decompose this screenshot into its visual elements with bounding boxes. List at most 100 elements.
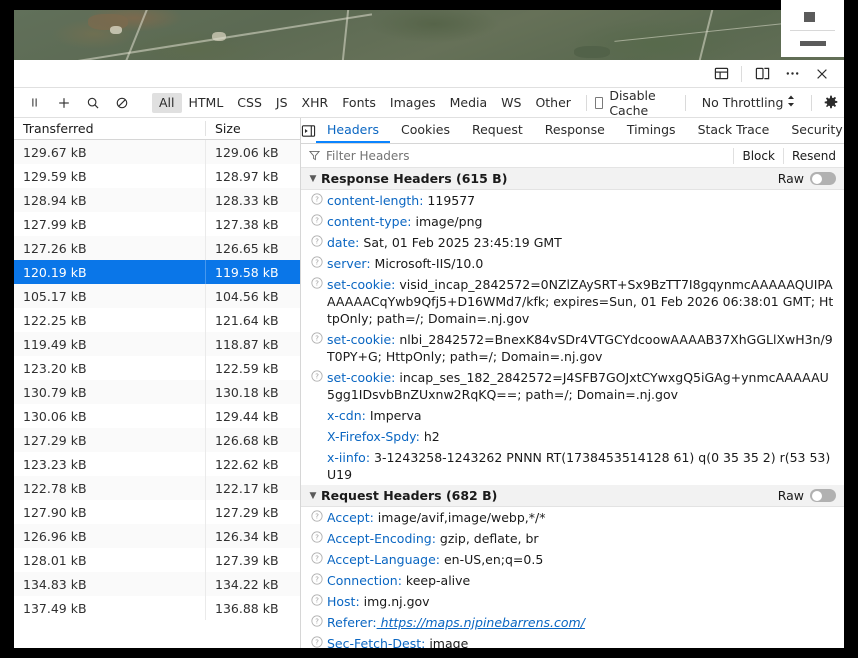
- request-row[interactable]: 127.29 kB 126.68 kB: [14, 428, 300, 452]
- filter-type-media[interactable]: Media: [443, 93, 495, 113]
- header-name[interactable]: Accept-Encoding:: [327, 531, 436, 546]
- header-name[interactable]: date:: [327, 235, 359, 250]
- raw-toggle[interactable]: Raw: [778, 488, 844, 503]
- header-name[interactable]: content-length:: [327, 193, 423, 208]
- request-row[interactable]: 130.06 kB 129.44 kB: [14, 404, 300, 428]
- filter-type-js[interactable]: JS: [269, 93, 295, 113]
- filter-type-css[interactable]: CSS: [230, 93, 269, 113]
- header-row[interactable]: ? server: Microsoft-IIS/10.0: [301, 253, 844, 274]
- help-icon[interactable]: ?: [307, 234, 327, 247]
- request-row[interactable]: 127.90 kB 127.29 kB: [14, 500, 300, 524]
- pause-icon[interactable]: [20, 91, 49, 115]
- request-rows-container[interactable]: 129.67 kB 129.06 kB 129.59 kB 128.97 kB 128.…: [14, 140, 300, 648]
- satellite-map-strip[interactable]: [14, 10, 844, 60]
- header-name[interactable]: server:: [327, 256, 371, 271]
- header-name[interactable]: Accept-Language:: [327, 552, 440, 567]
- request-row[interactable]: 130.79 kB 130.18 kB: [14, 380, 300, 404]
- header-row[interactable]: ? Accept-Encoding: gzip, deflate, br: [301, 528, 844, 549]
- sidebar-toggle-icon[interactable]: [301, 118, 316, 143]
- resend-button[interactable]: Resend: [782, 147, 844, 164]
- filter-type-images[interactable]: Images: [383, 93, 443, 113]
- request-row[interactable]: 122.78 kB 122.17 kB: [14, 476, 300, 500]
- window-controls-popup[interactable]: [781, 0, 844, 57]
- raw-switch[interactable]: [810, 489, 836, 502]
- filter-type-html[interactable]: HTML: [182, 93, 231, 113]
- header-row[interactable]: ? date: Sat, 01 Feb 2025 23:45:19 GMT: [301, 232, 844, 253]
- header-name[interactable]: Accept:: [327, 510, 374, 525]
- request-row[interactable]: 127.99 kB 127.38 kB: [14, 212, 300, 236]
- raw-toggle[interactable]: Raw: [778, 171, 844, 186]
- header-name[interactable]: set-cookie:: [327, 277, 395, 292]
- tab-stack-trace[interactable]: Stack Trace: [687, 118, 781, 143]
- minimize-window-icon[interactable]: [800, 41, 826, 46]
- raw-switch[interactable]: [810, 172, 836, 185]
- chevron-down-icon[interactable]: ▼: [307, 491, 319, 501]
- request-row[interactable]: 129.59 kB 128.97 kB: [14, 164, 300, 188]
- request-row[interactable]: 134.83 kB 134.22 kB: [14, 572, 300, 596]
- header-row[interactable]: ? Accept-Language: en-US,en;q=0.5: [301, 549, 844, 570]
- header-row[interactable]: ? content-type: image/png: [301, 211, 844, 232]
- header-name[interactable]: X-Firefox-Spdy:: [327, 429, 420, 444]
- help-icon[interactable]: ?: [307, 635, 327, 648]
- close-icon[interactable]: [808, 62, 836, 86]
- tab-response[interactable]: Response: [534, 118, 616, 143]
- tab-security[interactable]: Security: [780, 118, 853, 143]
- disable-cache-checkbox[interactable]: Disable Cache: [594, 88, 677, 118]
- header-row[interactable]: ? Accept: image/avif,image/webp,*/*: [301, 507, 844, 528]
- clear-icon[interactable]: [107, 91, 136, 115]
- header-name[interactable]: content-type:: [327, 214, 412, 229]
- request-row[interactable]: 127.26 kB 126.65 kB: [14, 236, 300, 260]
- header-row[interactable]: ? set-cookie: incap_ses_182_2842572=J4SFB…: [301, 367, 844, 405]
- header-row[interactable]: x-iinfo: 3-1243258-1243262 PNNN RT(17384…: [301, 447, 844, 485]
- throttling-dropdown[interactable]: No Throttling: [694, 95, 804, 110]
- dock-toggle-icon[interactable]: [707, 62, 735, 86]
- gear-icon[interactable]: [820, 95, 841, 111]
- request-row[interactable]: 120.19 kB 119.58 kB: [14, 260, 300, 284]
- request-row[interactable]: 123.20 kB 122.59 kB: [14, 356, 300, 380]
- tab-request[interactable]: Request: [461, 118, 534, 143]
- search-icon[interactable]: [78, 91, 107, 115]
- column-header-transferred[interactable]: Transferred: [14, 121, 206, 136]
- plus-icon[interactable]: [49, 91, 78, 115]
- help-icon[interactable]: ?: [307, 614, 327, 627]
- filter-type-fonts[interactable]: Fonts: [335, 93, 383, 113]
- help-icon[interactable]: ?: [307, 255, 327, 268]
- help-icon[interactable]: ?: [307, 530, 327, 543]
- header-row[interactable]: ? Connection: keep-alive: [301, 570, 844, 591]
- filter-type-xhr[interactable]: XHR: [295, 93, 336, 113]
- header-row[interactable]: ? content-length: 119577: [301, 190, 844, 211]
- request-row[interactable]: 119.49 kB 118.87 kB: [14, 332, 300, 356]
- more-options-icon[interactable]: [778, 62, 806, 86]
- header-name[interactable]: Sec-Fetch-Dest:: [327, 636, 425, 648]
- header-row[interactable]: ? set-cookie: nlbi_2842572=BnexK84vSDr4VT…: [301, 329, 844, 367]
- filter-type-all[interactable]: All: [152, 92, 182, 113]
- chevron-down-icon[interactable]: ▼: [307, 174, 319, 184]
- header-row[interactable]: ? Referer: https://maps.njpinebarrens.com…: [301, 612, 844, 633]
- checkbox-box[interactable]: [594, 96, 604, 109]
- filter-type-ws[interactable]: WS: [494, 93, 528, 113]
- header-row[interactable]: ? set-cookie: visid_incap_2842572=0NZlZAy…: [301, 274, 844, 329]
- header-row[interactable]: ? Host: img.nj.gov: [301, 591, 844, 612]
- help-icon[interactable]: ?: [307, 331, 327, 344]
- separate-window-icon[interactable]: [748, 62, 776, 86]
- help-icon[interactable]: ?: [307, 213, 327, 226]
- request-row[interactable]: 126.96 kB 126.34 kB: [14, 524, 300, 548]
- header-row[interactable]: ? Sec-Fetch-Dest: image: [301, 633, 844, 648]
- tab-timings[interactable]: Timings: [616, 118, 687, 143]
- header-name[interactable]: set-cookie:: [327, 370, 395, 385]
- request-row[interactable]: 105.17 kB 104.56 kB: [14, 284, 300, 308]
- request-row[interactable]: 123.23 kB 122.62 kB: [14, 452, 300, 476]
- header-name[interactable]: set-cookie:: [327, 332, 395, 347]
- help-icon[interactable]: ?: [307, 369, 327, 382]
- header-name[interactable]: Referer:: [327, 615, 377, 630]
- header-row[interactable]: X-Firefox-Spdy: h2: [301, 426, 844, 447]
- help-icon[interactable]: ?: [307, 593, 327, 606]
- restore-window-icon[interactable]: [804, 12, 815, 22]
- headers-scroll-area[interactable]: ▼ Response Headers (615 B) Raw? content-len…: [301, 168, 844, 648]
- request-row[interactable]: 128.94 kB 128.33 kB: [14, 188, 300, 212]
- tab-headers[interactable]: Headers: [316, 118, 391, 143]
- filter-headers-input[interactable]: Filter Headers: [326, 149, 409, 163]
- help-icon[interactable]: ?: [307, 572, 327, 585]
- header-name[interactable]: x-cdn:: [327, 408, 366, 423]
- help-icon[interactable]: ?: [307, 509, 327, 522]
